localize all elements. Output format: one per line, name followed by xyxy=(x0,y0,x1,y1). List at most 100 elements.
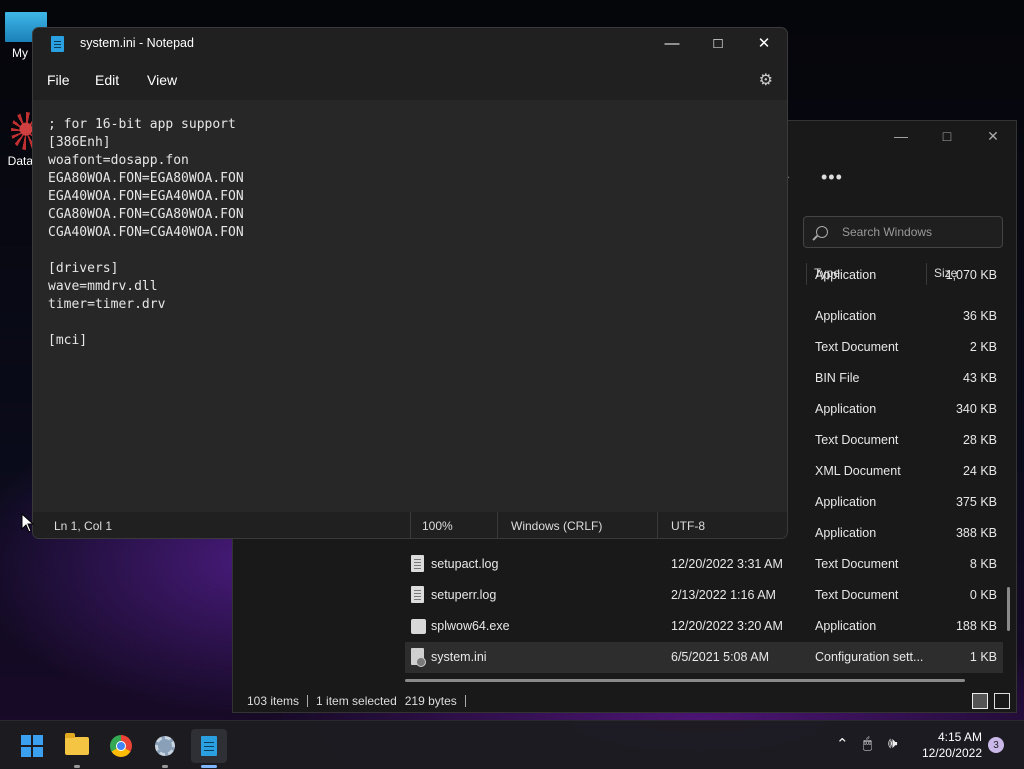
file-size: 2 KB xyxy=(969,340,997,354)
file-size: 388 KB xyxy=(955,526,997,540)
notepad-taskbar-button[interactable] xyxy=(191,729,227,768)
encoding: UTF-8 xyxy=(671,519,705,533)
maximize-button[interactable]: □ xyxy=(924,121,970,151)
file-row[interactable]: system.ini 6/5/2021 5:08 AM Configuration … xyxy=(405,642,1003,673)
menu-file[interactable]: File xyxy=(47,72,70,88)
line-ending: Windows (CRLF) xyxy=(511,519,603,533)
search-box[interactable]: Search Windows xyxy=(803,216,1003,248)
chrome-icon xyxy=(110,735,132,757)
file-row[interactable]: setuperr.log 2/13/2022 1:16 AM Text Docume… xyxy=(405,580,1003,611)
file-explorer-taskbar-button[interactable] xyxy=(59,729,95,768)
file-row[interactable]: splwow64.exe 12/20/2022 3:20 AM Applicatio… xyxy=(405,611,1003,642)
text-editor-area[interactable]: ; for 16-bit app support [386Enh] woafon… xyxy=(33,100,787,512)
start-button[interactable] xyxy=(14,729,50,763)
config-file-icon xyxy=(411,648,426,667)
minimize-button[interactable]: — xyxy=(649,28,695,58)
selection-count: 1 item selected xyxy=(316,694,397,708)
file-date: 6/5/2021 5:08 AM xyxy=(671,650,769,664)
settings-gear-icon xyxy=(155,736,175,756)
file-name: setupact.log xyxy=(431,557,499,571)
chevron-up-icon[interactable]: ⌃ xyxy=(836,735,849,753)
file-type: BIN File xyxy=(815,371,860,385)
status-separator xyxy=(464,695,466,707)
file-name: setuperr.log xyxy=(431,588,497,602)
file-type: Text Document xyxy=(815,588,899,602)
file-type: Application xyxy=(815,268,877,282)
volume-icon[interactable]: 🕪 xyxy=(888,735,897,752)
document-icon xyxy=(411,555,424,572)
file-type: Application xyxy=(815,619,877,633)
file-type: Text Document xyxy=(815,433,899,447)
file-size: 0 KB xyxy=(969,588,997,602)
large-icons-view-button[interactable] xyxy=(994,693,1010,709)
clock-date: 12/20/2022 xyxy=(921,746,982,760)
cursor-position: Ln 1, Col 1 xyxy=(54,519,113,533)
file-date: 12/20/2022 3:20 AM xyxy=(671,619,783,633)
window-title: system.ini - Notepad xyxy=(80,36,194,50)
details-view-button[interactable] xyxy=(972,693,988,709)
clock-time: 4:15 AM xyxy=(937,730,982,744)
file-type: Application xyxy=(815,402,877,416)
explorer-window-controls: — □ ✕ xyxy=(878,121,1016,151)
selection-size: 219 bytes xyxy=(404,694,457,708)
settings-gear-icon[interactable]: ⚙ xyxy=(759,70,773,90)
status-separator xyxy=(307,695,309,707)
notepad-title-bar[interactable]: system.ini - Notepad — □ ✕ xyxy=(33,28,787,58)
file-name: splwow64.exe xyxy=(431,619,510,633)
file-type: Application xyxy=(815,495,877,509)
file-content[interactable]: ; for 16-bit app support [386Enh] woafon… xyxy=(33,100,787,350)
menu-view[interactable]: View xyxy=(147,72,177,88)
zoom-level: 100% xyxy=(422,519,453,533)
status-separator xyxy=(657,512,658,538)
notepad-status-bar: Ln 1, Col 1 100% Windows (CRLF) UTF-8 xyxy=(33,512,787,538)
notepad-window: system.ini - Notepad — □ ✕ File Edit Vie… xyxy=(32,27,788,539)
notification-badge[interactable]: 3 xyxy=(988,737,1004,753)
file-row[interactable]: setupact.log 12/20/2022 3:31 AM Text Docum… xyxy=(405,549,1003,580)
menu-edit[interactable]: Edit xyxy=(95,72,119,88)
horizontal-scrollbar[interactable] xyxy=(405,679,965,682)
folder-icon xyxy=(65,733,89,755)
file-type: Application xyxy=(815,309,877,323)
file-type: Configuration sett... xyxy=(815,650,924,664)
printer-icon xyxy=(411,619,426,634)
close-button[interactable]: ✕ xyxy=(970,121,1016,151)
item-count: 103 items xyxy=(247,694,300,708)
file-size: 1,070 KB xyxy=(945,268,997,282)
settings-taskbar-button[interactable] xyxy=(147,729,183,768)
maximize-button[interactable]: □ xyxy=(695,28,741,58)
file-size: 28 KB xyxy=(962,433,997,447)
search-placeholder: Search Windows xyxy=(842,225,933,239)
chrome-taskbar-button[interactable] xyxy=(103,729,139,763)
file-type: Text Document xyxy=(815,557,899,571)
more-options-button[interactable]: ••• xyxy=(821,167,843,188)
file-date: 2/13/2022 1:16 AM xyxy=(671,588,776,602)
close-button[interactable]: ✕ xyxy=(741,28,787,58)
status-separator xyxy=(410,512,411,538)
file-type: XML Document xyxy=(815,464,901,478)
explorer-status-bar: 103 items 1 item selected 219 bytes xyxy=(247,694,466,708)
minimize-button[interactable]: — xyxy=(878,121,924,151)
file-size: 43 KB xyxy=(962,371,997,385)
menu-bar: File Edit View ⚙ xyxy=(33,66,787,94)
file-size: 24 KB xyxy=(962,464,997,478)
vertical-scrollbar[interactable] xyxy=(1007,587,1010,631)
document-icon xyxy=(411,586,424,603)
file-size: 1 KB xyxy=(969,650,997,664)
mouse-pointer-icon xyxy=(21,513,35,533)
status-separator xyxy=(497,512,498,538)
network-icon[interactable]: 🖱 xyxy=(863,735,872,752)
search-icon xyxy=(816,226,828,238)
file-size: 8 KB xyxy=(969,557,997,571)
windows-logo-icon xyxy=(21,735,43,757)
clock[interactable]: 4:15 AM 12/20/2022 xyxy=(912,729,982,761)
file-size: 340 KB xyxy=(955,402,997,416)
taskbar: ⌃ 🖱 🕪 4:15 AM 12/20/2022 3 xyxy=(0,720,1024,769)
file-type: Application xyxy=(815,526,877,540)
file-type: Text Document xyxy=(815,340,899,354)
file-size: 188 KB xyxy=(955,619,997,633)
file-size: 375 KB xyxy=(955,495,997,509)
file-date: 12/20/2022 3:31 AM xyxy=(671,557,783,571)
file-name: system.ini xyxy=(431,650,487,664)
notepad-icon xyxy=(51,36,64,52)
notepad-icon xyxy=(201,736,217,756)
